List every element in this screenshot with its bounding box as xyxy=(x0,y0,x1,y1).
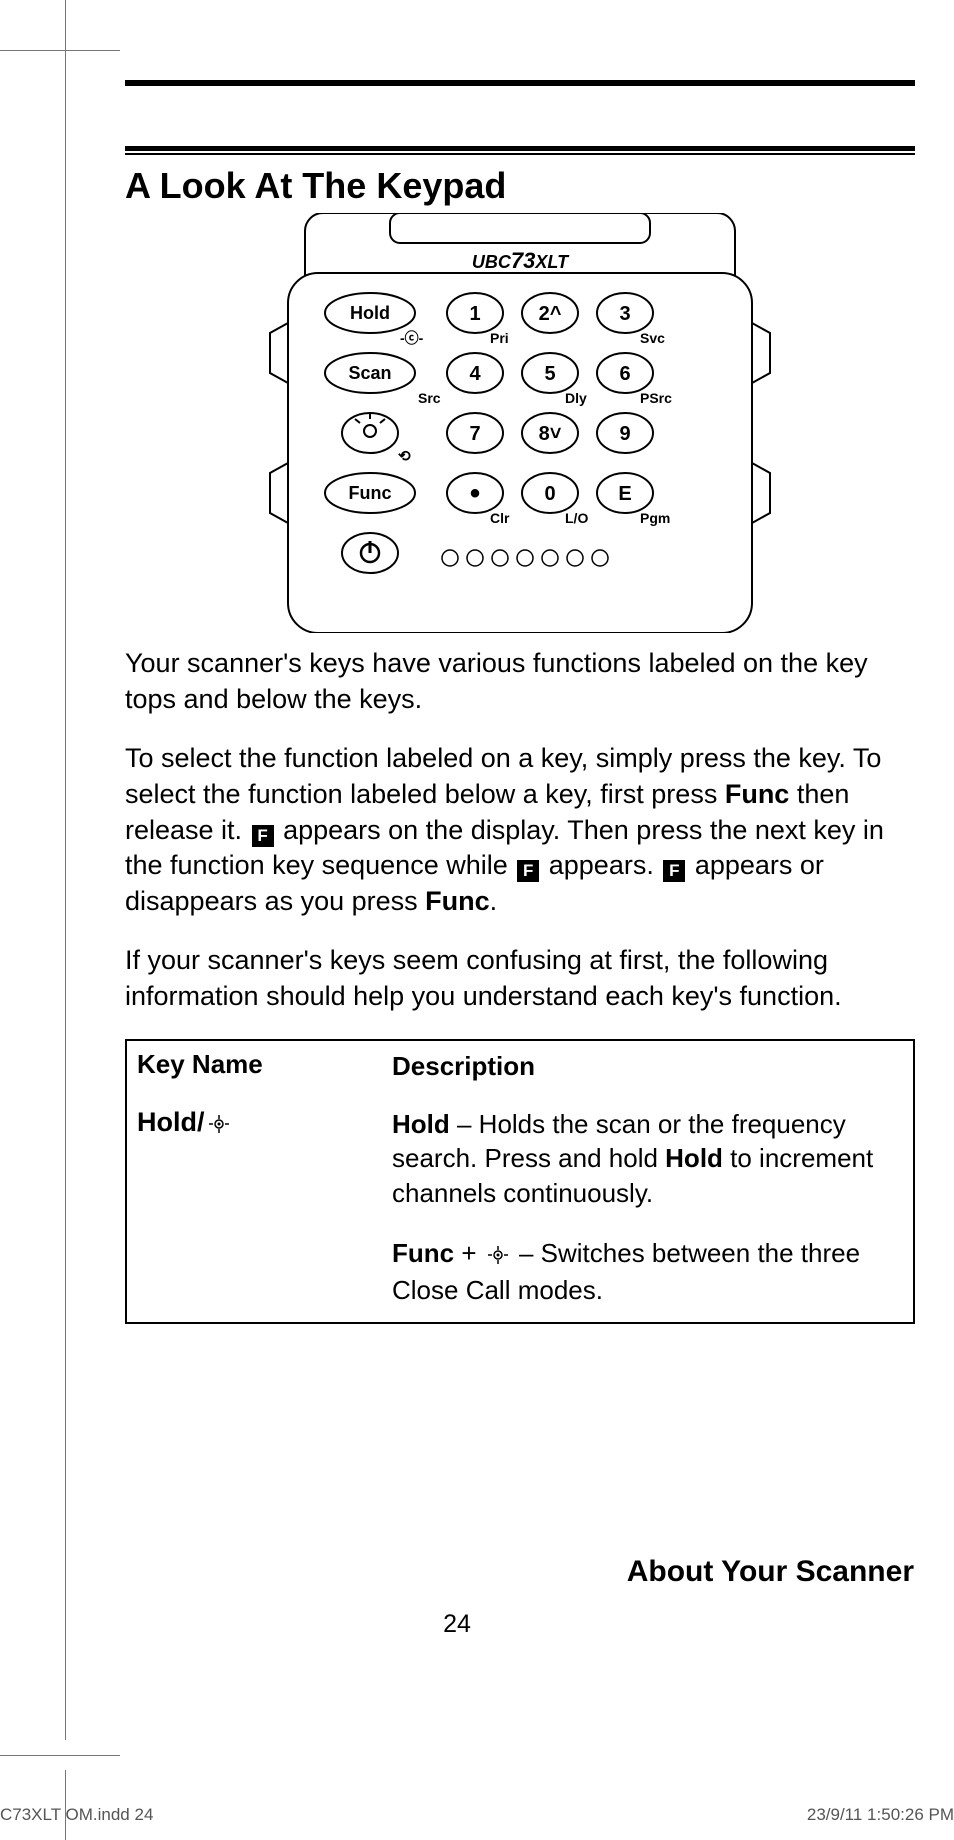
paragraph-1: Your scanner's keys have various functio… xyxy=(125,646,915,717)
indesign-slug-left: C73XLT OM.indd 24 xyxy=(0,1805,153,1825)
key-6: 6 xyxy=(619,363,630,385)
key-scan: Scan xyxy=(348,363,391,383)
key-hold: Hold xyxy=(350,303,390,323)
sub-lo: L/O xyxy=(565,510,588,526)
key-8: 8˅ xyxy=(539,423,562,445)
model-label: UBC73XLT xyxy=(472,248,570,273)
section-rule-thick xyxy=(125,146,915,151)
section-rule-thin xyxy=(125,153,915,155)
sub-psrc: PSrc xyxy=(640,390,672,406)
key-9: 9 xyxy=(619,423,630,445)
page-number: 24 xyxy=(0,1610,914,1639)
paragraph-3: If your scanner's keys seem confusing at… xyxy=(125,943,915,1014)
key-3: 3 xyxy=(619,303,630,325)
sub-lock-icon: ⟲ xyxy=(398,448,411,465)
table-header-desc: Description xyxy=(392,1049,903,1083)
indesign-slug-right: 23/9/11 1:50:26 PM xyxy=(807,1805,954,1825)
key-2: 2^ xyxy=(539,303,562,325)
crop-mark-top xyxy=(0,50,120,51)
key-7: 7 xyxy=(469,423,480,445)
f-indicator-icon: F xyxy=(517,860,539,882)
close-call-icon xyxy=(207,1110,231,1141)
table-row-key: Hold/ xyxy=(137,1107,392,1312)
table-row-desc: Hold – Holds the scan or the frequency s… xyxy=(392,1107,903,1312)
sub-clr: Clr xyxy=(490,510,510,526)
f-indicator-icon: F xyxy=(663,860,685,882)
key-0: 0 xyxy=(544,483,555,505)
key-5: 5 xyxy=(544,363,555,385)
table-header-key: Key Name xyxy=(137,1049,392,1083)
sub-src: Src xyxy=(418,390,441,406)
f-indicator-icon: F xyxy=(252,825,274,847)
section-heading: A Look At The Keypad xyxy=(125,165,915,207)
close-call-icon xyxy=(486,1239,510,1273)
key-e: E xyxy=(618,483,631,505)
key-description-table: Key Name Description Hold/ Hold – Holds … xyxy=(125,1039,915,1324)
top-rule xyxy=(125,80,915,86)
key-1: 1 xyxy=(469,303,480,325)
sub-pri: Pri xyxy=(490,330,509,346)
crop-mark-left xyxy=(65,0,66,1740)
sub-cc-icon: -ⓒ- xyxy=(400,330,424,346)
crop-mark-bottom xyxy=(0,1755,120,1756)
footer-chapter-title: About Your Scanner xyxy=(627,1555,914,1589)
paragraph-2: To select the function labeled on a key,… xyxy=(125,741,915,919)
sub-pgm: Pgm xyxy=(640,510,670,526)
key-dot: • xyxy=(470,477,481,510)
sub-dly: Dly xyxy=(565,390,587,406)
key-4: 4 xyxy=(469,363,481,385)
sub-svc: Svc xyxy=(640,330,665,346)
key-func: Func xyxy=(349,483,392,503)
keypad-illustration: UBC73XLT Hold Scan Func xyxy=(240,213,800,638)
